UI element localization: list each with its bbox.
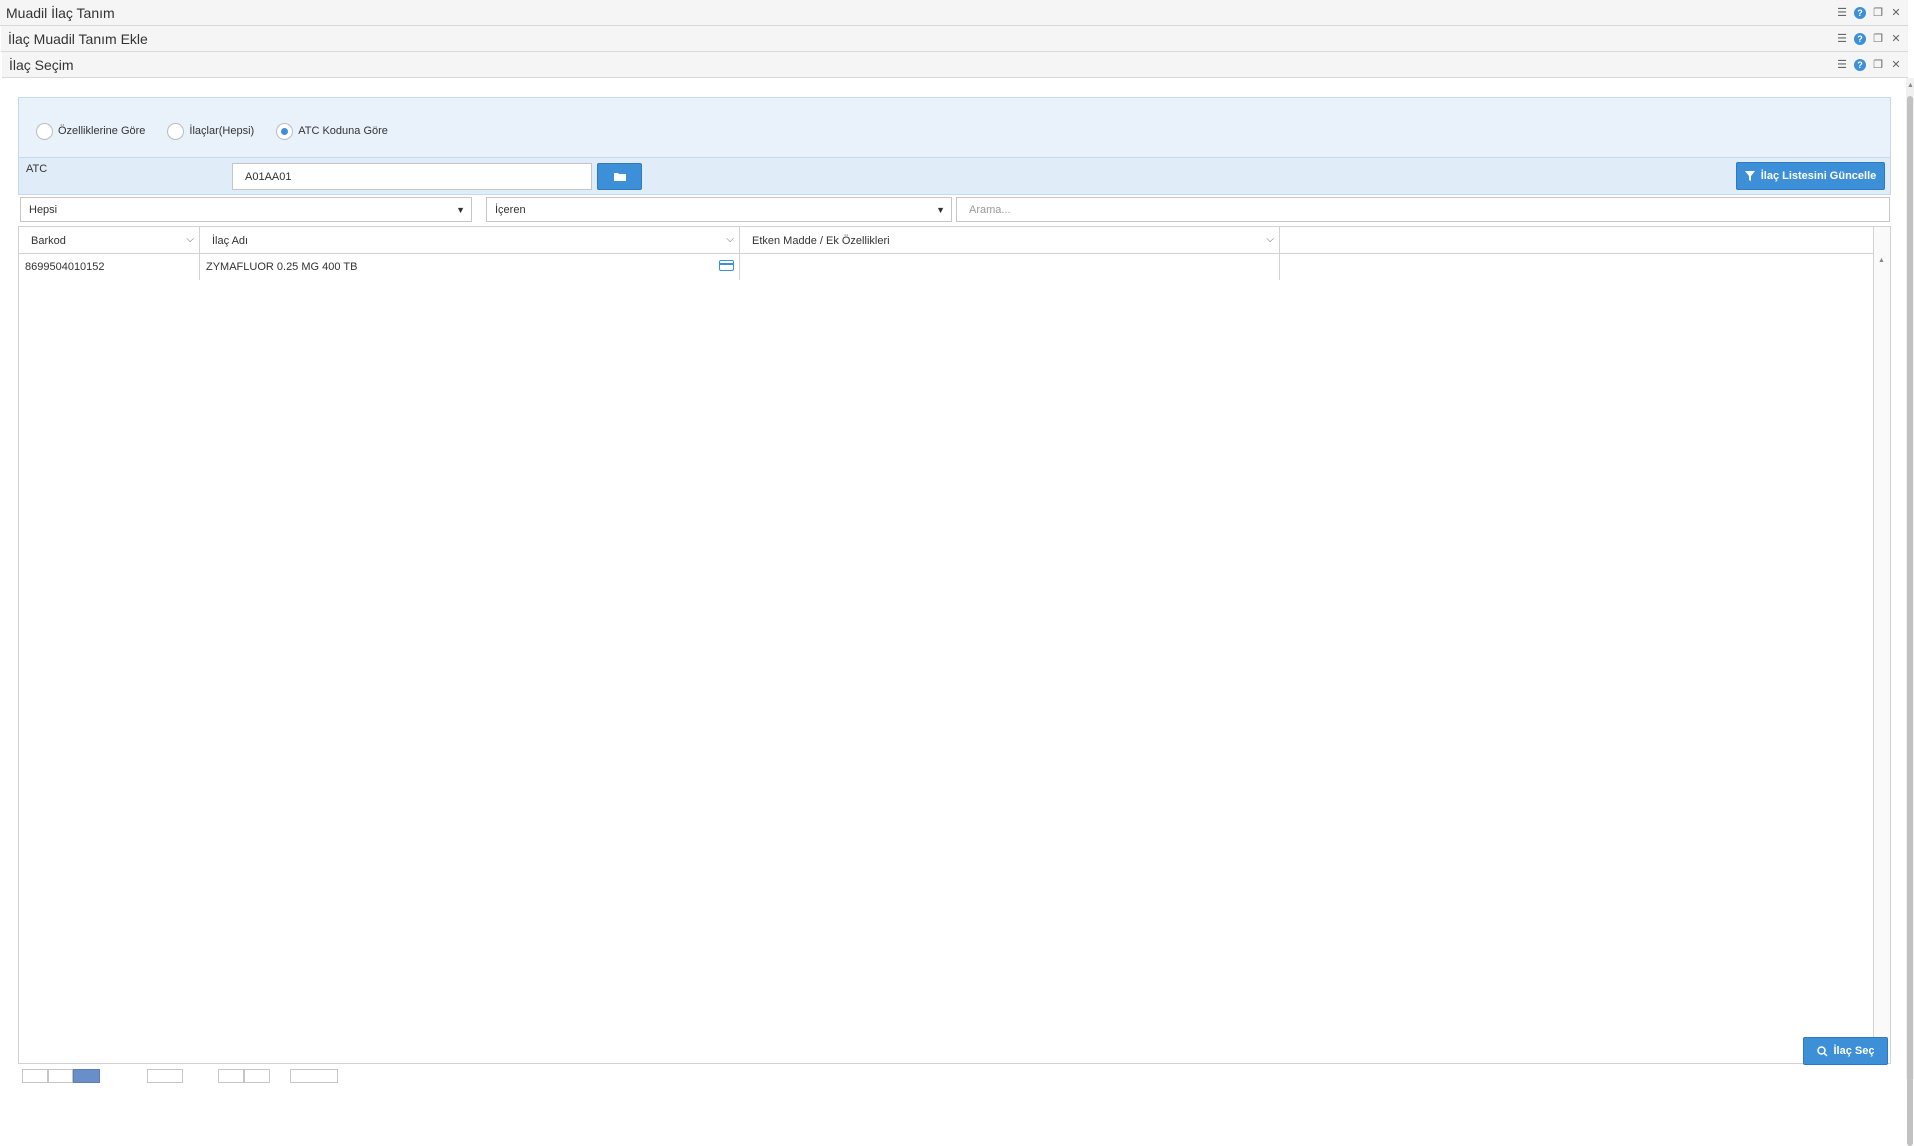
scrollbar-thumb[interactable] [1907,96,1913,1146]
restore-icon[interactable]: ❐ [1872,7,1884,19]
help-icon[interactable]: ? [1854,59,1866,71]
column-header-label: Etken Madde / Ek Özellikleri [752,234,890,247]
scope-select-value: Hepsi [29,203,58,216]
caret-down-icon: ▼ [936,205,945,215]
help-icon[interactable]: ? [1854,33,1866,45]
filter-row: Hepsi ▼ İçeren ▼ Arama... [0,197,1914,222]
restore-icon[interactable]: ❐ [1872,33,1884,45]
window-titlebar-ilac-secim: İlaç Seçim ☰ ? ❐ ✕ [2,52,1908,78]
column-header-label: İlaç Adı [212,234,249,247]
radio-label: İlaçlar(Hepsi) [189,125,255,137]
search-input[interactable]: Arama... [956,197,1890,222]
pager-last-button[interactable] [244,1069,270,1083]
update-drug-list-button[interactable]: İlaç Listesini Güncelle [1736,162,1885,190]
filter-icon [1744,171,1755,181]
window-title: Muadil İlaç Tanım [6,4,115,21]
atc-row: ATC A01AA01 İlaç Listesini Güncelle [18,157,1891,195]
cell-ilac-adi: ZYMAFLUOR 0.25 MG 400 TB [200,254,740,280]
pager-current-page[interactable] [73,1069,100,1083]
pager-size-select[interactable] [290,1069,338,1083]
column-header-barkod[interactable]: Barkod ⌵ [19,227,200,254]
window-title: İlaç Seçim [9,56,74,73]
radio-label: Özelliklerine Göre [58,125,146,137]
close-icon[interactable]: ✕ [1890,33,1902,45]
window-controls: ☰ ? ❐ ✕ [1836,0,1902,26]
cell-barkod: 8699504010152 [19,254,200,280]
drug-grid: Barkod ⌵ İlaç Adı ⌵ Etken Madde / Ek Öze… [18,226,1874,1064]
settings-icon[interactable]: ☰ [1836,7,1848,19]
match-select-value: İçeren [495,203,526,216]
radio-label: ATC Koduna Göre [298,125,388,137]
pager-next-button[interactable] [218,1069,244,1083]
pager-prev-button[interactable] [48,1069,73,1083]
chevron-down-icon[interactable]: ⌵ [186,234,194,245]
atc-label: ATC [26,163,48,175]
atc-code-input[interactable]: A01AA01 [232,163,592,190]
search-icon [1816,1045,1828,1057]
folder-icon [613,173,626,181]
drug-name: ZYMAFLUOR 0.25 MG 400 TB [206,261,358,273]
search-mode-radio-group: Özelliklerine Göre İlaçlar(Hepsi) ATC Ko… [18,121,410,141]
column-header-etken-madde[interactable]: Etken Madde / Ek Özellikleri ⌵ [740,227,1280,254]
radio-circle-checked[interactable] [276,122,294,140]
restore-icon[interactable]: ❐ [1872,59,1884,71]
column-header-ilac-adi[interactable]: İlaç Adı ⌵ [200,227,740,254]
card-icon[interactable] [719,260,734,271]
window-titlebar-ilac-muadil-tanim-ekle: İlaç Muadil Tanım Ekle ☰ ? ❐ ✕ [1,26,1908,52]
window-controls: ☰ ? ❐ ✕ [1836,26,1902,52]
scope-select[interactable]: Hepsi ▼ [20,197,472,222]
window-title: İlaç Muadil Tanım Ekle [8,30,148,47]
radio-circle[interactable] [167,122,185,140]
match-select[interactable]: İçeren ▼ [486,197,952,222]
pager-first-button[interactable] [22,1069,48,1083]
scroll-up-icon[interactable]: ▲ [1878,257,1885,264]
cell-etken-madde [740,254,1280,280]
settings-icon[interactable]: ☰ [1836,33,1848,45]
close-icon[interactable]: ✕ [1890,59,1902,71]
caret-down-icon: ▼ [456,205,465,215]
window-titlebar-muadil-ilac-tanim: Muadil İlaç Tanım ☰ ? ❐ ✕ [0,0,1908,26]
radio-ozelliklerine-gore[interactable]: Özelliklerine Göre [36,122,146,140]
atc-browse-button[interactable] [597,163,642,190]
window-controls: ☰ ? ❐ ✕ [1836,52,1902,78]
radio-atc-koduna-gore[interactable]: ATC Koduna Göre [276,122,388,140]
radio-circle[interactable] [36,122,53,140]
grid-vertical-scrollbar[interactable]: ▲ [1874,226,1891,1064]
chevron-down-icon[interactable]: ⌵ [1266,234,1274,245]
close-icon[interactable]: ✕ [1890,7,1902,19]
page-vertical-scrollbar[interactable]: ▲ [1906,78,1914,1146]
select-drug-button[interactable]: İlaç Seç [1803,1037,1888,1065]
settings-icon[interactable]: ☰ [1836,59,1848,71]
select-drug-label: İlaç Seç [1833,1045,1875,1057]
update-drug-list-label: İlaç Listesini Güncelle [1760,170,1877,182]
column-header-label: Barkod [31,234,66,247]
chevron-down-icon[interactable]: ⌵ [726,234,734,245]
grid-header: Barkod ⌵ İlaç Adı ⌵ Etken Madde / Ek Öze… [19,227,1873,254]
pager-page-input[interactable] [147,1069,183,1083]
scroll-up-icon[interactable]: ▲ [1907,82,1914,89]
radio-ilaclar-hepsi[interactable]: İlaçlar(Hepsi) [167,122,255,140]
help-icon[interactable]: ? [1854,7,1866,19]
table-row[interactable]: 8699504010152 ZYMAFLUOR 0.25 MG 400 TB [19,254,1875,280]
